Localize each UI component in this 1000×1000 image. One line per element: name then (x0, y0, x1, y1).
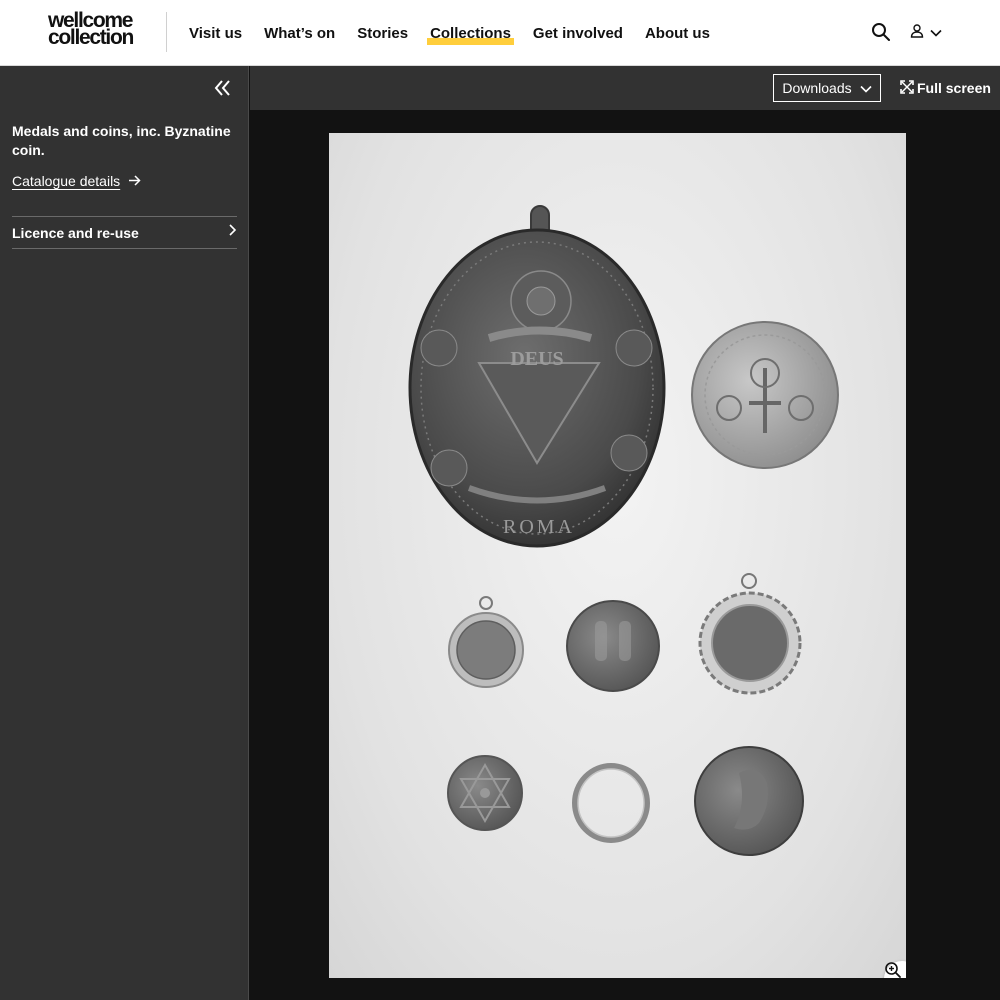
plain-ring (572, 763, 650, 843)
item-sidebar: Medals and coins, inc. Byznatine coin. C… (0, 66, 249, 1000)
downloads-button[interactable]: Downloads (773, 74, 881, 102)
portrait-coin (694, 746, 804, 856)
nav-about-us[interactable]: About us (645, 21, 710, 46)
medals-illustration: DEUS ROMA (408, 205, 839, 856)
nav-get-involved[interactable]: Get involved (533, 21, 623, 46)
wellcome-collection-logo[interactable]: wellcome collection (48, 10, 148, 49)
viewer-toolbar: Downloads Full screen (250, 66, 1000, 110)
chevron-down-icon (930, 24, 942, 42)
nav-whats-on[interactable]: What’s on (264, 21, 335, 46)
silver-coin (691, 321, 839, 469)
licence-accordion[interactable]: Licence and re-use (12, 216, 237, 249)
catalogue-details-link[interactable]: Catalogue details (12, 173, 141, 189)
catalogue-details-label: Catalogue details (12, 173, 121, 189)
medal-inscription-top: DEUS (510, 348, 563, 370)
logo-line-2: collection (48, 26, 134, 49)
user-icon (910, 23, 924, 43)
medals-and-coins-photograph: DEUS ROMA (329, 133, 906, 978)
chevron-right-icon (227, 223, 237, 242)
expand-icon (900, 79, 914, 97)
main-nav: Visit us What’s on Stories Collections G… (189, 0, 732, 66)
item-title: Medals and coins, inc. Byznatine coin. (12, 123, 231, 158)
pendant-coin-left (448, 596, 524, 688)
logo-divider (166, 12, 167, 52)
double-chevron-left-icon (212, 80, 234, 102)
nav-visit-us[interactable]: Visit us (189, 21, 242, 46)
image-viewer[interactable]: DEUS ROMA (250, 110, 1000, 1000)
medal-inscription-bottom: ROMA (503, 516, 575, 538)
full-screen-button[interactable]: Full screen (900, 74, 991, 102)
downloads-label: Downloads (782, 80, 852, 96)
nav-stories[interactable]: Stories (357, 21, 408, 46)
nav-collections[interactable]: Collections (427, 21, 514, 46)
bronze-coin-middle (566, 600, 660, 692)
arrow-right-icon (128, 173, 141, 189)
account-menu-button[interactable] (910, 23, 946, 43)
licence-label: Licence and re-use (12, 224, 139, 241)
full-screen-label: Full screen (917, 80, 991, 96)
star-coin (447, 755, 523, 831)
zoom-in-button[interactable] (884, 961, 906, 978)
large-oval-medal: DEUS ROMA (408, 205, 666, 548)
chevron-down-icon (860, 80, 872, 96)
search-icon[interactable] (871, 22, 891, 42)
collapse-sidebar-button[interactable] (212, 78, 234, 98)
framed-pendant-coin (698, 573, 802, 695)
site-header: wellcome collection Visit us What’s on S… (0, 0, 1000, 66)
